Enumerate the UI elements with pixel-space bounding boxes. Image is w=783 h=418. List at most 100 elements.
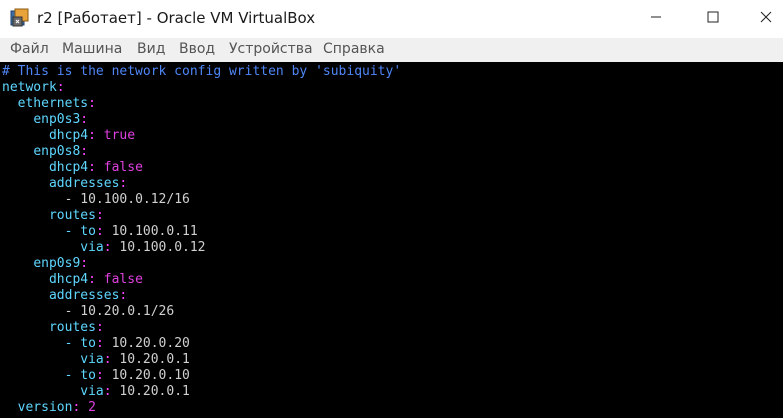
config-key: version — [17, 400, 73, 415]
config-value: true — [95, 128, 136, 143]
config-key: via — [80, 352, 104, 367]
maximize-button[interactable] — [690, 0, 736, 34]
config-key: dhcp4 — [48, 128, 89, 143]
config-line: dhcp4: true — [2, 128, 135, 144]
config-colon: : — [80, 144, 89, 159]
config-line: enp0s9: — [2, 256, 88, 272]
config-colon: : — [88, 128, 96, 143]
config-value: 10.20.0.1 — [111, 352, 190, 367]
maximize-icon — [707, 8, 719, 27]
config-value: 10.100.0.12 — [111, 240, 206, 255]
config-key: - to — [64, 224, 96, 239]
close-icon — [760, 8, 772, 27]
config-line: dhcp4: false — [2, 160, 143, 176]
config-key: enp0s3 — [33, 112, 81, 127]
config-value: 10.20.0.10 — [103, 368, 190, 383]
config-colon: : — [95, 208, 104, 223]
title-bar[interactable]: r2 [Работает] - Oracle VM VirtualBox — [0, 0, 783, 38]
config-key: ethernets — [17, 96, 89, 111]
menu-file[interactable]: Файл — [10, 41, 49, 57]
config-colon: : — [119, 288, 128, 303]
config-line: dhcp4: false — [2, 272, 143, 288]
config-value: 10.20.0.1 — [111, 384, 190, 399]
menu-input[interactable]: Ввод — [179, 41, 215, 57]
config-colon: : — [80, 112, 89, 127]
config-value: 10.20.0.20 — [103, 336, 190, 351]
config-value: 10.100.0.11 — [103, 224, 198, 239]
window-title: r2 [Работает] - Oracle VM VirtualBox — [37, 9, 316, 27]
config-key: enp0s8 — [33, 144, 81, 159]
config-line: network: — [2, 80, 65, 96]
menu-view[interactable]: Вид — [137, 41, 165, 57]
config-comment: # This is the network config written by … — [2, 64, 402, 79]
config-value: false — [95, 272, 143, 287]
config-line: via: 10.20.0.1 — [2, 352, 190, 368]
config-key: addresses — [48, 176, 120, 191]
menu-bar: Файл Машина Вид Ввод Устройства Справка — [0, 38, 783, 62]
config-line: via: 10.100.0.12 — [2, 240, 206, 256]
config-colon: : — [95, 368, 104, 383]
config-key: routes — [48, 320, 96, 335]
config-line: - 10.100.0.12/16 — [2, 192, 190, 208]
config-key: dhcp4 — [48, 160, 89, 175]
config-key: dhcp4 — [48, 272, 89, 287]
close-button[interactable] — [743, 0, 783, 34]
config-key: enp0s9 — [33, 256, 81, 271]
config-colon: : — [103, 240, 112, 255]
config-line: ethernets: — [2, 96, 96, 112]
config-line: - to: 10.20.0.20 — [2, 336, 190, 352]
config-value: - 10.100.0.12/16 — [64, 192, 190, 207]
terminal-screen[interactable]: # This is the network config written by … — [0, 62, 783, 418]
config-key: via — [80, 384, 104, 399]
config-colon: : — [95, 336, 104, 351]
minimize-button[interactable] — [633, 0, 679, 34]
config-colon: : — [95, 320, 104, 335]
config-line: via: 10.20.0.1 — [2, 384, 190, 400]
config-colon: : — [56, 80, 65, 95]
config-line: - to: 10.100.0.11 — [2, 224, 198, 240]
menu-help[interactable]: Справка — [323, 41, 385, 57]
config-line: - to: 10.20.0.10 — [2, 368, 190, 384]
config-colon: : — [119, 176, 128, 191]
config-colon: : — [88, 96, 96, 111]
config-key: via — [80, 240, 104, 255]
config-value: 2 — [80, 400, 96, 415]
config-value: - 10.20.0.1/26 — [64, 304, 175, 319]
menu-machine[interactable]: Машина — [62, 41, 122, 57]
config-colon: : — [95, 224, 104, 239]
config-colon: : — [88, 160, 96, 175]
config-colon: : — [103, 352, 112, 367]
config-line: routes: — [2, 320, 104, 336]
menu-devices[interactable]: Устройства — [229, 41, 313, 57]
virtualbox-icon — [10, 8, 30, 28]
config-colon: : — [103, 384, 112, 399]
config-line: addresses: — [2, 176, 127, 192]
config-colon: : — [80, 256, 89, 271]
config-line: - 10.20.0.1/26 — [2, 304, 175, 320]
config-colon: : — [88, 272, 96, 287]
config-line: routes: — [2, 208, 104, 224]
config-line: enp0s8: — [2, 144, 88, 160]
config-key: - to — [64, 368, 96, 383]
config-key: routes — [48, 208, 96, 223]
config-line: addresses: — [2, 288, 127, 304]
